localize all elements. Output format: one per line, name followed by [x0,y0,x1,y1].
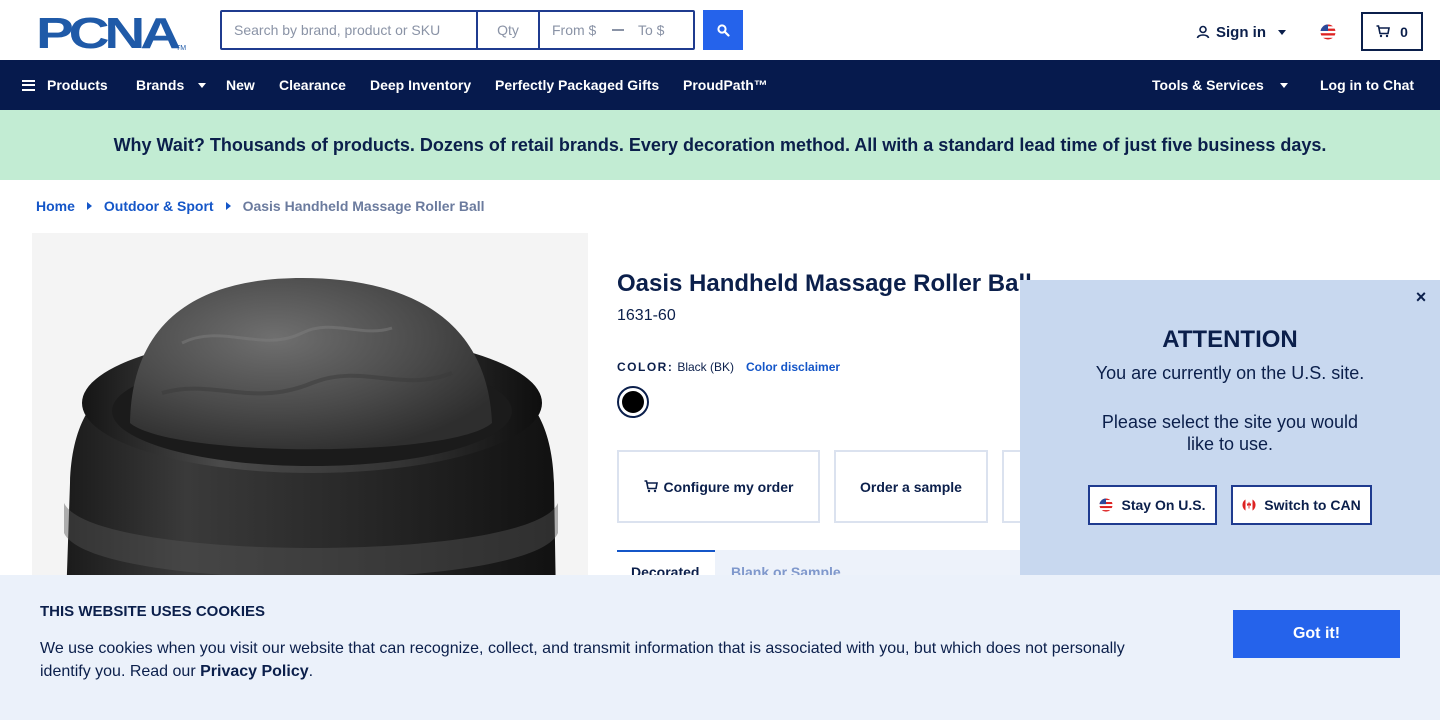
nav-tools-label: Tools & Services [1152,77,1264,93]
nav-clearance[interactable]: Clearance [279,60,346,110]
search-icon [716,23,730,37]
menu-icon [22,79,35,91]
swatch-fill [622,391,644,413]
us-flag-icon[interactable] [1320,24,1336,40]
color-swatch-black[interactable] [617,386,649,418]
cart-icon [1376,25,1391,38]
nav-brands[interactable]: Brands [136,60,207,110]
cookie-banner: THIS WEBSITE USES COOKIES We use cookies… [0,575,1440,720]
color-disclaimer-link[interactable]: Color disclaimer [746,360,840,374]
product-title: Oasis Handheld Massage Roller Ball [617,270,1032,297]
color-label: COLOR: [617,360,674,374]
nav-chat-login[interactable]: Log in to Chat [1320,60,1414,110]
cookie-text: We use cookies when you visit our websit… [40,637,1150,683]
nav-products-label: Products [47,77,108,93]
privacy-policy-link[interactable]: Privacy Policy [200,663,309,680]
user-icon [1196,25,1210,39]
nav-proudpath[interactable]: ProudPath™ [683,60,768,110]
cookie-period: . [308,663,314,680]
order-sample-label: Order a sample [860,478,962,495]
nav-gifts[interactable]: Perfectly Packaged Gifts [495,60,659,110]
search-input[interactable] [222,12,478,48]
nav-products[interactable]: Products [22,60,108,110]
color-value: Black (BK) [677,360,735,374]
sign-in-label: Sign in [1216,23,1266,41]
nav-new[interactable]: New [226,60,255,110]
breadcrumb-home[interactable]: Home [36,198,75,214]
nav-deep-inventory[interactable]: Deep Inventory [370,60,471,110]
close-icon[interactable]: × [1412,288,1430,306]
price-range-dash [612,12,626,48]
svg-text:TM: TM [176,45,186,52]
search-bar [220,10,695,50]
switch-can-label: Switch to CAN [1264,497,1361,513]
canada-flag-icon [1242,498,1256,512]
qty-input[interactable] [478,12,540,48]
us-flag-icon [1099,498,1114,512]
nav-tools-services[interactable]: Tools & Services [1152,60,1288,110]
logo-text: PCNA [36,12,180,52]
chevron-down-icon [198,82,207,88]
promo-text: Why Wait? Thousands of products. Dozens … [113,134,1327,155]
attention-current-site: You are currently on the U.S. site. [1095,363,1365,383]
attention-title: ATTENTION [1162,326,1298,353]
cart-count: 0 [1400,23,1408,40]
cart-icon [644,480,658,493]
top-header: PCNA TM Sign in 0 [0,0,1440,60]
switch-can-button[interactable]: Switch to CAN [1231,485,1372,525]
search-button[interactable] [703,10,743,50]
chevron-down-icon [1279,82,1288,88]
nav-proudpath-label: ProudPath™ [683,77,768,93]
main-nav: Products Brands New Clearance Deep Inven… [0,60,1440,110]
breadcrumb-arrow-icon [225,202,231,210]
site-selector-popup: × ATTENTION You are currently on the U.S… [1020,280,1440,576]
configure-order-label: Configure my order [663,478,794,495]
breadcrumb: Home Outdoor & Sport Oasis Handheld Mass… [36,198,485,214]
price-to-input[interactable] [626,12,686,48]
nav-clearance-label: Clearance [279,77,346,93]
stay-us-label: Stay On U.S. [1121,497,1206,513]
pcna-logo[interactable]: PCNA TM [36,12,186,52]
cart-button[interactable]: 0 [1361,12,1423,51]
nav-new-label: New [226,77,255,93]
chevron-down-icon [1278,29,1286,35]
order-sample-button[interactable]: Order a sample [834,450,988,523]
breadcrumb-arrow-icon [86,202,92,210]
nav-brands-label: Brands [136,77,185,93]
nav-gifts-label: Perfectly Packaged Gifts [495,77,660,93]
nav-chat-label: Log in to Chat [1320,77,1415,93]
configure-order-button[interactable]: Configure my order [617,450,820,523]
nav-deep-inventory-label: Deep Inventory [370,77,472,93]
breadcrumb-current: Oasis Handheld Massage Roller Ball [242,198,485,214]
sign-in-menu[interactable]: Sign in [1196,22,1286,42]
color-row: COLOR: Black (BK) Color disclaimer [617,360,840,374]
product-sku: 1631-60 [617,307,676,324]
promo-banner: Why Wait? Thousands of products. Dozens … [0,110,1440,180]
breadcrumb-category[interactable]: Outdoor & Sport [104,198,214,214]
stay-us-button[interactable]: Stay On U.S. [1088,485,1217,525]
cookie-title: THIS WEBSITE USES COOKIES [40,603,266,620]
cookie-accept-button[interactable]: Got it! [1233,610,1400,658]
price-from-input[interactable] [540,12,612,48]
attention-instruction: Please select the site you would like to… [1101,412,1359,454]
